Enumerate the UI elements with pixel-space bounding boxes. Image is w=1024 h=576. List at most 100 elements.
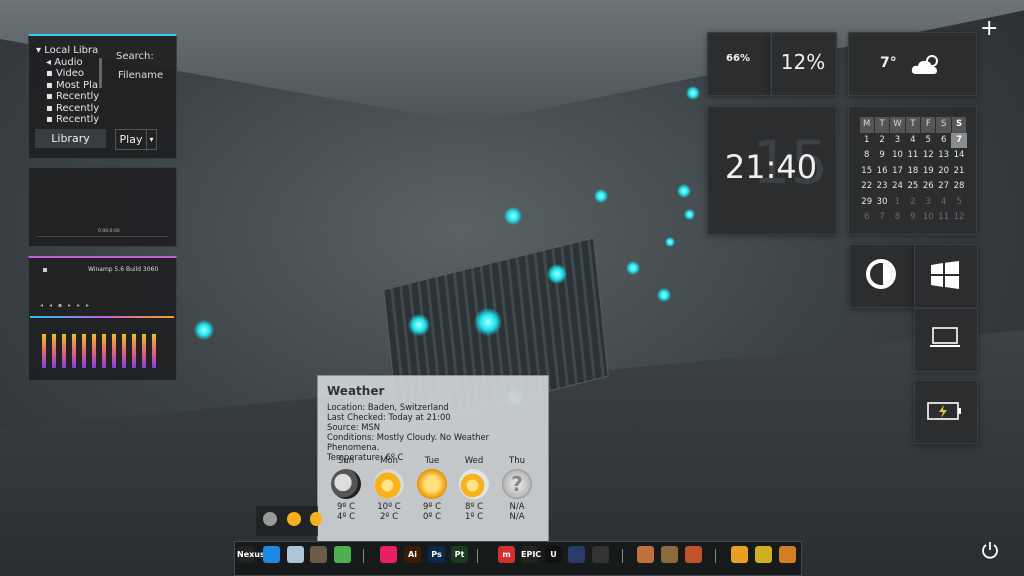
- calendar-day[interactable]: 26: [921, 179, 936, 195]
- weather-source: Source: MSN: [327, 422, 381, 432]
- calendar-day[interactable]: 21: [951, 164, 966, 180]
- power-icon[interactable]: [980, 540, 1000, 560]
- calendar-day[interactable]: 2: [874, 133, 889, 149]
- wallpaper-orb: [677, 184, 691, 198]
- calendar-day[interactable]: 22: [859, 179, 874, 195]
- clock-time: 21:40: [724, 148, 818, 186]
- calendar-day[interactable]: 17: [890, 164, 905, 180]
- dock-app-icon[interactable]: [310, 546, 327, 563]
- calendar-day[interactable]: 7: [951, 132, 967, 148]
- dock-app-icon[interactable]: Ai: [404, 546, 421, 563]
- calendar-day[interactable]: 8: [859, 148, 874, 164]
- calendar-week-row: 22 23 24 25 26 27 28: [859, 179, 967, 195]
- tree-item-recently[interactable]: ▪ Recently: [36, 91, 102, 103]
- dock-app-icon[interactable]: Ps: [428, 546, 445, 563]
- calendar-day[interactable]: 5: [951, 195, 966, 211]
- calendar-day[interactable]: 6: [859, 210, 874, 226]
- calendar-day[interactable]: 11: [936, 210, 951, 226]
- dock-app-icon[interactable]: [661, 546, 678, 563]
- dock-app-icon[interactable]: EPIC: [521, 546, 541, 563]
- calendar-day[interactable]: 2: [905, 195, 920, 211]
- calendar-day[interactable]: 20: [936, 164, 951, 180]
- dock-app-icon[interactable]: [779, 546, 796, 563]
- dock-app-icon[interactable]: [334, 546, 351, 563]
- calendar-day[interactable]: 5: [921, 133, 936, 149]
- calendar-day[interactable]: 8: [890, 210, 905, 226]
- dock-app-icon[interactable]: Nexus: [237, 546, 265, 563]
- calendar-header: T: [874, 117, 890, 133]
- dock-app-icon[interactable]: U: [545, 546, 562, 563]
- dock-app-icon[interactable]: [380, 546, 397, 563]
- cpu-tile[interactable]: [707, 32, 771, 96]
- calendar-day[interactable]: 9: [874, 148, 889, 164]
- calendar-day[interactable]: 3: [890, 133, 905, 149]
- dock-app-icon[interactable]: m: [498, 546, 515, 563]
- dock-app-icon[interactable]: [263, 546, 280, 563]
- dock-app-icon[interactable]: Pt: [451, 546, 468, 563]
- library-tree[interactable]: ▾ Local Libra ◂ Audio ▪ Video ▪ Most Pla…: [36, 45, 102, 126]
- calendar-day[interactable]: 24: [890, 179, 905, 195]
- forecast-day: Mon 10º C 2º C: [367, 456, 411, 522]
- tree-item-video[interactable]: ▪ Video: [36, 68, 102, 80]
- calendar-day[interactable]: 6: [936, 133, 951, 149]
- calendar-day[interactable]: 10: [890, 148, 905, 164]
- wallpaper-orb: [194, 320, 214, 340]
- calendar-day[interactable]: 18: [905, 164, 920, 180]
- tree-item-recently[interactable]: ▪ Recently: [36, 103, 102, 115]
- dock-app-icon[interactable]: [637, 546, 654, 563]
- calendar-day[interactable]: 29: [859, 195, 874, 211]
- dock-app-icon[interactable]: [685, 546, 702, 563]
- dock-app-icon[interactable]: [731, 546, 748, 563]
- calendar-day[interactable]: 11: [905, 148, 920, 164]
- play-dropdown-button[interactable]: ▾: [146, 129, 157, 150]
- winamp-controls[interactable]: ◂◂▪▸▸▸: [40, 302, 95, 309]
- dock-app-icon[interactable]: [568, 546, 585, 563]
- calendar-day[interactable]: 16: [874, 164, 889, 180]
- calendar-day[interactable]: 30: [874, 195, 889, 211]
- wallpaper-orb: [504, 207, 522, 225]
- tree-item-local-library[interactable]: ▾ Local Libra: [36, 45, 102, 57]
- wallpaper-orb: [594, 189, 608, 203]
- dock-app-icon[interactable]: [592, 546, 609, 563]
- calendar-day[interactable]: 12: [951, 210, 966, 226]
- calendar-day[interactable]: 1: [890, 195, 905, 211]
- calendar-day[interactable]: 14: [951, 148, 966, 164]
- equalizer-bars[interactable]: [42, 334, 162, 368]
- calendar-day[interactable]: 4: [905, 133, 920, 149]
- calendar-day[interactable]: 4: [936, 195, 951, 211]
- plus-icon[interactable]: +: [980, 18, 998, 40]
- winamp-stop-icon[interactable]: [43, 268, 47, 272]
- calendar-header: S: [951, 117, 967, 133]
- tree-item-recently[interactable]: ▪ Recently: [36, 114, 102, 126]
- time-display: 0:00:0:00: [98, 229, 120, 234]
- calendar-day[interactable]: 15: [859, 164, 874, 180]
- calendar-day[interactable]: 10: [921, 210, 936, 226]
- calendar-day[interactable]: 13: [936, 148, 951, 164]
- tree-scrollbar[interactable]: [99, 58, 102, 88]
- calendar-week-row: 1234567: [859, 132, 967, 149]
- calendar-day[interactable]: 7: [874, 210, 889, 226]
- tree-item-most-played[interactable]: ▪ Most Pla: [36, 80, 102, 92]
- dock-app-icon[interactable]: [755, 546, 772, 563]
- calendar-day[interactable]: 12: [921, 148, 936, 164]
- calendar-day[interactable]: 23: [874, 179, 889, 195]
- calendar-day[interactable]: 9: [905, 210, 920, 226]
- sun-cloud-icon: [459, 469, 489, 499]
- forecast-low: 0º C: [422, 511, 442, 522]
- forecast-day: Wed 8º C 1º C: [452, 456, 496, 522]
- winamp-seekbar[interactable]: [30, 316, 174, 318]
- calendar-day[interactable]: 27: [936, 179, 951, 195]
- forecast-day-label: Thu: [509, 456, 525, 466]
- forecast-day-label: Tue: [424, 456, 440, 466]
- dock-app-icon[interactable]: [287, 546, 304, 563]
- forecast-day-label: Wed: [464, 456, 484, 466]
- calendar-day[interactable]: 28: [951, 179, 966, 195]
- library-button[interactable]: Library: [35, 129, 106, 148]
- play-button[interactable]: Play: [115, 129, 147, 150]
- calendar-day[interactable]: 1: [859, 133, 874, 149]
- calendar-day[interactable]: 25: [905, 179, 920, 195]
- calendar-day[interactable]: 3: [921, 195, 936, 211]
- sun-icon: [417, 469, 447, 499]
- tree-item-audio[interactable]: ◂ Audio: [36, 57, 102, 69]
- calendar-day[interactable]: 19: [921, 164, 936, 180]
